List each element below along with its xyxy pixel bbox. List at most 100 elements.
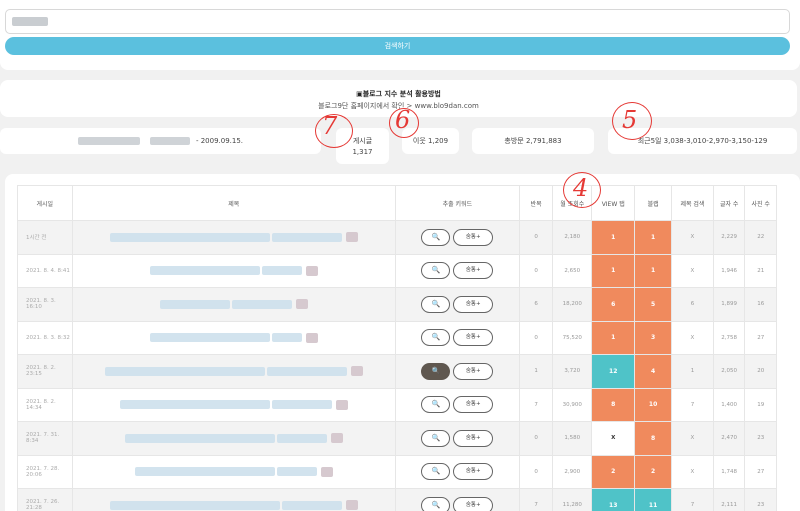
repeat-count: 7: [518, 387, 554, 422]
char-count: 2,758: [712, 320, 746, 355]
keyword-search-icon[interactable]: 🔍: [421, 329, 451, 347]
thumbnail: [305, 265, 318, 276]
post-title[interactable]: [71, 220, 396, 255]
repeat-count: 0: [518, 421, 554, 456]
post-date: 2021. 7. 31. 8:34: [17, 421, 73, 456]
title-search: X: [670, 454, 714, 489]
table-row[interactable]: 1시간 전 🔍 숨통+ 0 2,180 1 1 X 2,229 22: [17, 220, 777, 255]
thumbnail: [345, 500, 358, 511]
blog-since-date: - 2009.09.15.: [195, 137, 244, 145]
header-char-count: 글자 수: [712, 185, 746, 221]
table-row[interactable]: 2021. 7. 31. 8:34 🔍 숨통+ 0 1,580 X 8 X 2,470 23: [17, 421, 777, 456]
keyword-more-button[interactable]: 숨통+: [453, 396, 494, 414]
blurred-title: [149, 333, 270, 343]
title-search: 7: [670, 488, 714, 511]
keyword-search-icon[interactable]: 🔍: [421, 396, 451, 414]
keyword-more-button[interactable]: 숨통+: [453, 429, 494, 447]
keyword-more-button[interactable]: 숨통+: [453, 362, 494, 380]
blurred-blog-name: [77, 137, 140, 145]
post-title[interactable]: [71, 488, 396, 511]
blurred-title: [109, 232, 270, 242]
header-keywords: 추출 키워드: [394, 185, 520, 221]
table-row[interactable]: 2021. 7. 26. 21:28 🔍 숨통+ 7 11,280 13 11 7 2,11…: [17, 488, 777, 511]
search-button[interactable]: 검색하기: [5, 37, 790, 55]
keyword-search-icon[interactable]: 🔍: [421, 362, 451, 380]
blurred-title-part: [281, 500, 342, 510]
table-row[interactable]: 2021. 8. 3. 16:10 🔍 숨통+ 6 18,200 6 5 6 1,899 16: [17, 287, 777, 322]
keyword-search-icon[interactable]: 🔍: [421, 429, 451, 447]
blurred-title-part: [271, 400, 332, 410]
view-tab-rank: 1: [591, 220, 636, 255]
char-count: 2,229: [712, 220, 746, 255]
keyword-search-icon[interactable]: 🔍: [421, 496, 451, 511]
keyword-actions: 🔍 숨통+: [394, 354, 520, 389]
view-tab-rank: 13: [591, 488, 636, 511]
blurred-title-part: [276, 433, 327, 443]
keyword-actions: 🔍 숨통+: [394, 220, 520, 255]
monthly-views: 2,650: [552, 253, 593, 288]
post-date: 2021. 7. 26. 21:28: [17, 488, 73, 511]
table-header-row: 게시일 제목 추출 키워드 반복 월 조회수 VIEW 탭 블랩 제목 검색 글…: [17, 185, 777, 221]
post-title[interactable]: [71, 287, 396, 322]
title-search: X: [670, 220, 714, 255]
keyword-actions: 🔍 숨통+: [394, 320, 520, 355]
keyword-more-button[interactable]: 숨통+: [453, 329, 494, 347]
blurred-title: [104, 366, 265, 376]
repeat-count: 1: [518, 354, 554, 389]
monthly-views: 18,200: [552, 287, 593, 322]
search-input[interactable]: [5, 9, 790, 34]
blog-tab-rank: 10: [634, 387, 672, 422]
view-tab-rank: 2: [591, 454, 636, 489]
blurred-blog-owner: [149, 137, 190, 145]
post-title[interactable]: [71, 421, 396, 456]
keyword-actions: 🔍 숨통+: [394, 488, 520, 511]
thumbnail: [330, 433, 343, 444]
blurred-title: [149, 266, 260, 276]
blog-tab-rank: 8: [634, 421, 672, 456]
blurred-title-part: [271, 232, 342, 242]
post-date: 2021. 8. 3. 8:32: [17, 320, 73, 355]
monthly-views: 11,280: [552, 488, 593, 511]
title-search: 1: [670, 354, 714, 389]
info-title: ▣블로그 지수 분석 활용방법: [356, 90, 441, 98]
blurred-title-part: [261, 266, 302, 276]
blurred-title-part: [266, 366, 347, 376]
keyword-search-icon[interactable]: 🔍: [421, 463, 451, 481]
keyword-more-button[interactable]: 숨통+: [453, 262, 494, 280]
table-row[interactable]: 2021. 8. 4. 8:41 🔍 숨통+ 0 2,650 1 1 X 1,946 21: [17, 253, 777, 288]
monthly-views: 3,720: [552, 354, 593, 389]
view-tab-rank: X: [591, 421, 636, 456]
post-title[interactable]: [71, 354, 396, 389]
header-date: 게시일: [17, 185, 73, 221]
view-tab-rank: 6: [591, 287, 636, 322]
monthly-views: 2,900: [552, 454, 593, 489]
table-row[interactable]: 2021. 8. 3. 8:32 🔍 숨통+ 0 75,520 1 3 X 2,758 27: [17, 320, 777, 355]
keyword-more-button[interactable]: 숨통+: [453, 496, 494, 511]
table-row[interactable]: 2021. 8. 2. 23:15 🔍 숨통+ 1 3,720 12 4 1 2,050 20: [17, 354, 777, 389]
blog-info-card: - 2009.09.15.: [0, 128, 321, 154]
post-title[interactable]: [71, 253, 396, 288]
photo-count: 27: [744, 320, 777, 355]
view-tab-rank: 1: [591, 320, 636, 355]
keyword-search-icon[interactable]: 🔍: [421, 262, 451, 280]
monthly-views: 2,180: [552, 220, 593, 255]
table-row[interactable]: 2021. 8. 2. 14:34 🔍 숨통+ 7 30,900 8 10 7 1,400 1…: [17, 387, 777, 422]
posts-value: 1,317: [352, 148, 373, 156]
post-title[interactable]: [71, 387, 396, 422]
keyword-more-button[interactable]: 숨통+: [453, 295, 494, 313]
title-search: 6: [670, 287, 714, 322]
char-count: 1,400: [712, 387, 746, 422]
title-search: X: [670, 320, 714, 355]
keyword-search-icon[interactable]: 🔍: [421, 295, 451, 313]
keyword-search-icon[interactable]: 🔍: [421, 228, 451, 246]
blurred-title: [134, 467, 275, 477]
repeat-count: 0: [518, 220, 554, 255]
keyword-more-button[interactable]: 숨통+: [453, 228, 494, 246]
keyword-more-button[interactable]: 숨통+: [453, 463, 494, 481]
post-title[interactable]: [71, 320, 396, 355]
blog-tab-rank: 3: [634, 320, 672, 355]
post-title[interactable]: [71, 454, 396, 489]
thumbnail: [345, 232, 358, 243]
header-blog-tab: 블랩: [634, 185, 672, 221]
table-row[interactable]: 2021. 7. 28. 20:06 🔍 숨통+ 0 2,900 2 2 X 1,748 27: [17, 454, 777, 489]
